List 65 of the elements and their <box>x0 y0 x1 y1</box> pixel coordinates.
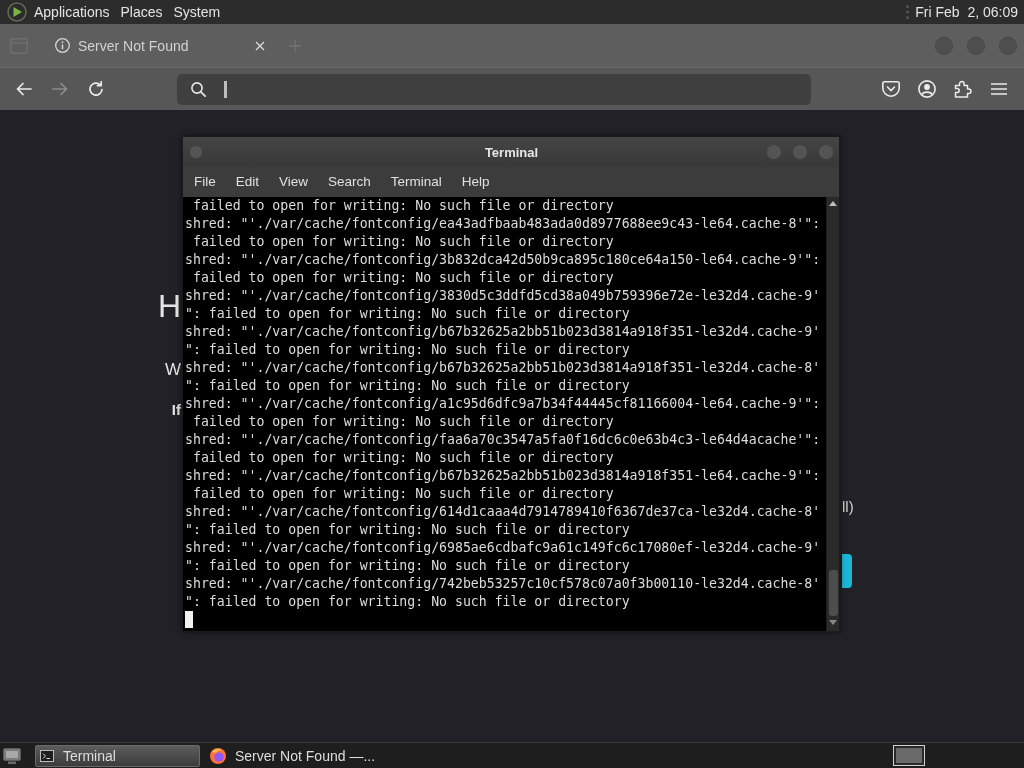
menu-item[interactable]: View <box>279 172 309 192</box>
terminal-line: failed to open for writing: No such file or directory <box>191 449 614 467</box>
page-text: If <box>171 400 181 420</box>
workspace-switcher[interactable] <box>893 745 925 766</box>
reload-icon[interactable] <box>88 81 104 97</box>
terminal-line: ": failed to open for writing: No such file or directory <box>185 377 630 395</box>
terminal-line: ": failed to open for writing: No such file or directory <box>185 341 630 359</box>
menu-item[interactable]: Terminal <box>390 172 442 192</box>
menu-item[interactable]: Help <box>461 172 490 192</box>
terminal-line: ": failed to open for writing: No such file or directory <box>185 557 630 575</box>
terminal-line: shred: "'./var/cache/fontconfig/b67b32625a2bb51b023d3814a918f351-le32d4.cache-8' <box>185 359 821 377</box>
user-icon[interactable] <box>918 80 936 98</box>
terminal-line: ": failed to open for writing: No such file or directory <box>185 593 630 611</box>
taskbar-button[interactable]: Terminal <box>35 744 200 767</box>
drag-handle-icon <box>906 5 910 19</box>
close-icon[interactable] <box>255 40 265 51</box>
menu-item[interactable]: Edit <box>235 172 260 192</box>
page-heading: H <box>157 288 181 324</box>
window-control-icon[interactable] <box>818 144 834 160</box>
window-control-icon[interactable] <box>189 145 203 159</box>
terminal-line: shred: "'./var/cache/fontconfig/b67b32625a2bb51b023d3814a918f351-le64.cache-9'": <box>185 467 821 485</box>
info-icon <box>55 38 70 53</box>
address-field[interactable] <box>177 73 811 105</box>
monitor-icon[interactable] <box>3 747 21 764</box>
terminal-line: failed to open for writing: No such file or directory <box>191 197 614 215</box>
terminal-line: shred: "'./var/cache/fontconfig/a1c95d6dfc9a7b34f44445cf81166004-le64.cache-9'": <box>185 395 821 413</box>
scrollbar[interactable] <box>826 197 839 631</box>
terminal-line: shred: "'./var/cache/fontconfig/742beb53257c10cf578c07a0f3b00110-le32d4.cache-8' <box>185 575 821 593</box>
menu-item[interactable]: File <box>194 172 216 192</box>
panel-menu[interactable]: Places <box>120 2 163 22</box>
terminal-line: ": failed to open for writing: No such file or directory <box>185 305 630 323</box>
window-control-icon[interactable] <box>766 144 782 160</box>
search-icon <box>191 81 206 97</box>
page-text: ll) <box>842 497 854 517</box>
scroll-thumb[interactable] <box>828 570 838 616</box>
partial-button[interactable] <box>842 554 852 588</box>
down-arrow-icon[interactable] <box>829 620 837 625</box>
clock: Fri Feb 2, 06:09 <box>915 3 1018 22</box>
panel-menu[interactable]: System <box>173 2 221 22</box>
terminal-line: shred: "'./var/cache/fontconfig/614d1caaa4d7914789410f6367de37ca-le32d4.cache-8' <box>185 503 821 521</box>
terminal-line: failed to open for writing: No such file or directory <box>191 485 614 503</box>
menu-item[interactable]: Search <box>328 172 371 192</box>
browser-tab[interactable]: Server Not Found <box>45 27 275 64</box>
terminal-line: failed to open for writing: No such file or directory <box>191 413 614 431</box>
terminal-icon <box>40 749 54 762</box>
terminal-line: ": failed to open for writing: No such file or directory <box>185 521 630 539</box>
play-ring-icon[interactable] <box>7 2 27 22</box>
panel-menu[interactable]: Applications <box>34 2 110 22</box>
terminal-line: shred: "'./var/cache/fontconfig/faa6a70c3547a5fa0f16dc6c0e63b4c3-le64d4acache'": <box>185 431 821 449</box>
terminal-line: shred: "'./var/cache/fontconfig/b67b32625a2bb51b023d3814a918f351-le32d4.cache-9' <box>185 323 821 341</box>
shield-icon[interactable] <box>882 81 900 97</box>
terminal-line: shred: "'./var/cache/fontconfig/ea43adfbaab483ada0d8977688ee9c43-le64.cache-8'": <box>185 215 821 233</box>
up-arrow-icon[interactable] <box>829 201 837 206</box>
puzzle-icon[interactable] <box>954 80 972 98</box>
window-title: Terminal <box>484 144 539 160</box>
window-control-icon[interactable] <box>792 144 808 160</box>
terminal-line: failed to open for writing: No such file or directory <box>191 269 614 287</box>
terminal-line: shred: "'./var/cache/fontconfig/6985ae6cdbafc9a61c149fc6c17080ef-le32d4.cache-9' <box>185 539 821 557</box>
browser-icon <box>210 747 226 764</box>
terminal-line: shred: "'./var/cache/fontconfig/3b832dca42d50b9ca895c180ce64a150-le64.cache-9'": <box>185 251 821 269</box>
terminal-line: failed to open for writing: No such file or directory <box>191 233 614 251</box>
back-arrow-icon[interactable] <box>16 82 32 96</box>
menu-icon[interactable] <box>991 83 1007 95</box>
terminal-line: shred: "'./var/cache/fontconfig/3830d5c3ddfd5cd38a049b759396e72e-le32d4.cache-9' <box>185 287 821 305</box>
page-text: W <box>164 360 181 380</box>
